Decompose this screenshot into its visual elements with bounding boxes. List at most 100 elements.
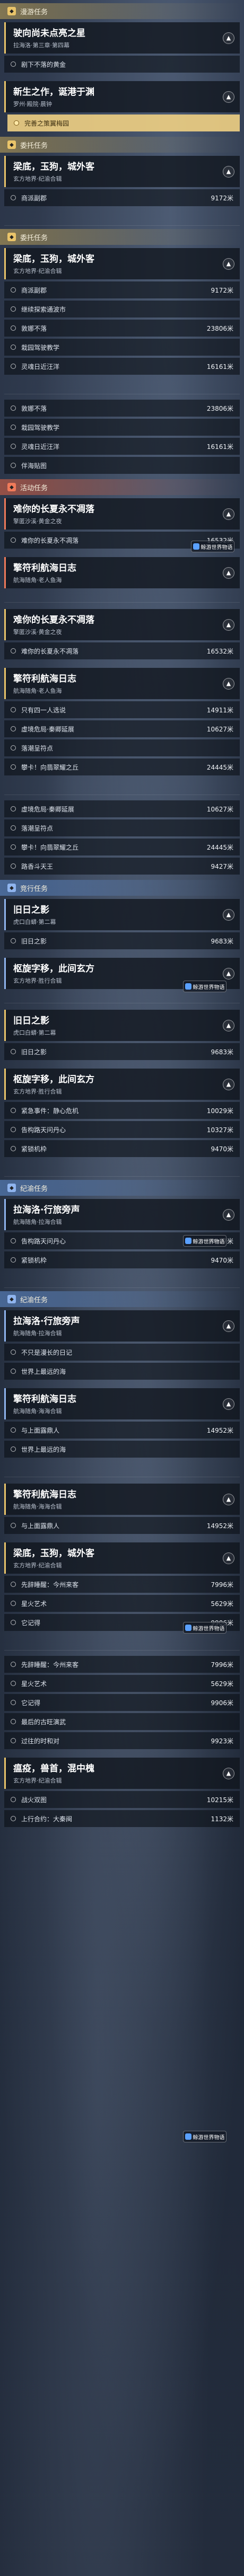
- section-header[interactable]: ◆ 纪渝任务: [0, 1180, 244, 1196]
- collapse-chevron-icon[interactable]: ▲: [223, 677, 234, 690]
- quest-card[interactable]: 拉海洛·行旅旁声 航海随角·拉海合辑 ▲: [4, 1199, 240, 1230]
- objective-row[interactable]: 敦娜不落 23806米: [4, 320, 240, 337]
- quest-card[interactable]: 新生之作，诞港于渊 罗州·殿院·晨钟 ▲: [4, 81, 240, 112]
- objective-row[interactable]: 路香斗天王 9427米: [4, 858, 240, 875]
- collapse-chevron-icon[interactable]: ▲: [223, 32, 234, 44]
- collapse-chevron-icon[interactable]: ▲: [223, 1552, 234, 1564]
- collapse-chevron-icon[interactable]: ▲: [223, 165, 234, 178]
- section-header[interactable]: ◆ 委托任务: [0, 229, 244, 245]
- quest-card[interactable]: 擎符利航海日志 航海随角·海海合辑 ▲: [4, 1484, 240, 1515]
- collapse-chevron-icon[interactable]: ▲: [223, 258, 234, 270]
- objective-row[interactable]: 落潮呈符点: [4, 819, 240, 836]
- quest-card[interactable]: 难你的长夏永不凋落 擎匿沙溪·黄金之夜 ▲: [4, 609, 240, 640]
- section-header[interactable]: ◆ 纪渝任务: [0, 1291, 244, 1307]
- objective-row[interactable]: 只有四一人选说 14911米: [4, 701, 240, 718]
- objective-row[interactable]: 紧锁机枠 9470米: [4, 1251, 240, 1268]
- objective-row[interactable]: 虚境危局·秦卿延展 10627米: [4, 800, 240, 817]
- collapse-chevron-icon[interactable]: ▲: [223, 1767, 234, 1779]
- collapse-chevron-icon[interactable]: ▲: [223, 967, 234, 980]
- objective-row[interactable]: 与上面露鼎人 14952米: [4, 1517, 240, 1534]
- objective-row[interactable]: 战火双图 10215米: [4, 1791, 240, 1808]
- collapse-chevron-icon[interactable]: ▲: [223, 1493, 234, 1505]
- quest-subtitle: 航海随角·海海合辑: [13, 1503, 62, 1510]
- objective-row[interactable]: 虚境危局·秦卿延展 10627米: [4, 720, 240, 737]
- quest-title: 梁底，玉狗，城外客: [13, 162, 94, 172]
- objective-marker-icon: [11, 537, 16, 543]
- section-header[interactable]: ◆ 竞行任务: [0, 880, 244, 896]
- section-header[interactable]: ◆ 漫游任务: [0, 3, 244, 19]
- quest-card[interactable]: 梁底，玉狗，城外客 玄方地界·纪渝合辑 ▲: [4, 1542, 240, 1574]
- objective-row[interactable]: 旧日之影 9683米: [4, 932, 240, 949]
- objective-row[interactable]: 栽园驾驶教学: [4, 419, 240, 436]
- collapse-chevron-icon[interactable]: ▲: [223, 567, 234, 579]
- objective-row[interactable]: 落潮呈符点: [4, 739, 240, 756]
- section-header[interactable]: ◆ 活动任务: [0, 479, 244, 495]
- objective-row[interactable]: 世界上最远的海: [4, 1441, 240, 1458]
- objective-text: 商派副郡: [21, 194, 47, 202]
- quest-card[interactable]: 旧日之影 虎口白蟒·第二幕 ▲: [4, 1010, 240, 1041]
- objective-row[interactable]: 它记得 9906米: [4, 1694, 240, 1711]
- quest-card[interactable]: 擎符利航海日志 航海随角·海海合辑 ▲: [4, 1388, 240, 1419]
- objective-row[interactable]: 星火艺术 5629米: [4, 1675, 240, 1692]
- watermark-badge: 鲸游世界物语: [183, 2131, 226, 2142]
- objective-row[interactable]: 世界上最远的海: [4, 1363, 240, 1380]
- quest-card[interactable]: 驶向尚未点亮之星 拉海洛·第三章·第四幕 ▲: [4, 22, 240, 54]
- objective-row[interactable]: 伴海贴图: [4, 457, 240, 474]
- collapse-chevron-icon[interactable]: ▲: [223, 1019, 234, 1031]
- objective-row[interactable]: 与上面露鼎人 14952米: [4, 1422, 240, 1439]
- screenshot-frame: 敦娜不落 23806米 栽园驾驶教学 灵魂日近汪洋 16161米 伴海贴图 ◆ 活动任务 难你的…: [0, 394, 244, 598]
- objective-row[interactable]: 紧锁机枠 9470米: [4, 1140, 240, 1157]
- quest-card[interactable]: 枢旋字移，此间玄方 玄方地界·胜行合辑 ▲: [4, 1069, 240, 1100]
- objective-row[interactable]: 攀卡！向翡翠耀之丘 24445米: [4, 839, 240, 855]
- quest-card[interactable]: 难你的长夏永不凋落 擎匿沙溪·黄金之夜 ▲: [4, 498, 240, 530]
- objective-row[interactable]: 上行合约：大秦闽 1132米: [4, 1810, 240, 1827]
- objective-row[interactable]: 继续探索通波市: [4, 301, 240, 317]
- collapse-chevron-icon[interactable]: ▲: [223, 91, 234, 103]
- collapse-chevron-icon[interactable]: ▲: [223, 508, 234, 520]
- objective-row[interactable]: 灵魂日近汪洋 16161米: [4, 358, 240, 375]
- quest-card[interactable]: 瘟疫，兽首，混中槐 玄方地界·纪渝合辑 ▲: [4, 1758, 240, 1789]
- quest-card[interactable]: 擎符利航海日志 航海随角·老人鱼海 ▲: [4, 557, 240, 588]
- quest-card[interactable]: 擎符利航海日志 航海随角·老人鱼海 ▲: [4, 668, 240, 699]
- collapse-chevron-icon[interactable]: ▲: [223, 1078, 234, 1090]
- objective-row[interactable]: 先辞睡醒：今州来客 7996米: [4, 1576, 240, 1593]
- objective-row[interactable]: 商派副郡 9172米: [4, 281, 240, 298]
- objective-row[interactable]: 完善之策翼梅园: [7, 114, 240, 131]
- objective-row[interactable]: 栽园驾驶教学: [4, 339, 240, 356]
- objective-text: 只有四一人选说: [21, 706, 66, 714]
- section-header-label: 纪渝任务: [20, 1185, 48, 1193]
- objective-row[interactable]: 不只是漫长的日记: [4, 1344, 240, 1361]
- quest-title: 梁底，玉狗，城外客: [13, 1548, 94, 1559]
- quest-card[interactable]: 拉海洛·行旅旁声 航海随角·拉海合辑 ▲: [4, 1310, 240, 1342]
- quest-category-icon: ◆: [7, 7, 16, 15]
- collapse-chevron-icon[interactable]: ▲: [223, 1398, 234, 1410]
- objective-row[interactable]: 敦娜不落 23806米: [4, 400, 240, 417]
- collapse-chevron-icon[interactable]: ▲: [223, 1208, 234, 1221]
- objective-row[interactable]: 攀卡！向翡翠耀之丘 24445米: [4, 758, 240, 775]
- objective-row[interactable]: 过往的时和对 9923米: [4, 1732, 240, 1749]
- objective-row[interactable]: 最后的古旺演武: [4, 1713, 240, 1730]
- objective-row[interactable]: 紧急事件：静心危机 10029米: [4, 1102, 240, 1119]
- screenshot-frame: 先辞睡醒：今州来客 7996米 星火艺术 5629米 它记得 9906米 最后的古旺演武 过往…: [0, 1651, 244, 1842]
- objective-row[interactable]: 剧下不落的黄金: [4, 56, 240, 73]
- quest-card[interactable]: 梁底，玉狗，城外客 玄方地界·纪渝合辑 ▲: [4, 248, 240, 279]
- objective-row[interactable]: 难你的长夏永不凋落 16532米: [4, 642, 240, 659]
- collapse-chevron-icon[interactable]: ▲: [223, 1320, 234, 1332]
- collapse-chevron-icon[interactable]: ▲: [223, 908, 234, 921]
- objective-row[interactable]: 先辞睡醒：今州来客 7996米: [4, 1656, 240, 1673]
- quest-card[interactable]: 旧日之影 虎口白蟒·第二幕 ▲: [4, 899, 240, 930]
- objective-row[interactable]: 告构路天问丹心 10327米: [4, 1121, 240, 1138]
- collapse-chevron-icon[interactable]: ▲: [223, 619, 234, 631]
- objective-row[interactable]: 灵魂日近汪洋 16161米: [4, 438, 240, 455]
- section-header[interactable]: ◆ 委托任务: [0, 137, 244, 153]
- objective-distance: 9906米: [211, 1699, 233, 1707]
- objective-row[interactable]: 商派副郡 9172米: [4, 189, 240, 206]
- quest-card[interactable]: 梁底，玉狗，城外客 玄方地界·纪渝合辑 ▲: [4, 156, 240, 187]
- objective-row[interactable]: 旧日之影 9683米: [4, 1043, 240, 1060]
- quest-subtitle: 擎匿沙溪·黄金之夜: [13, 518, 62, 525]
- objective-text: 栽园驾驶教学: [21, 343, 60, 351]
- objective-row[interactable]: 星火艺术 5629米: [4, 1595, 240, 1612]
